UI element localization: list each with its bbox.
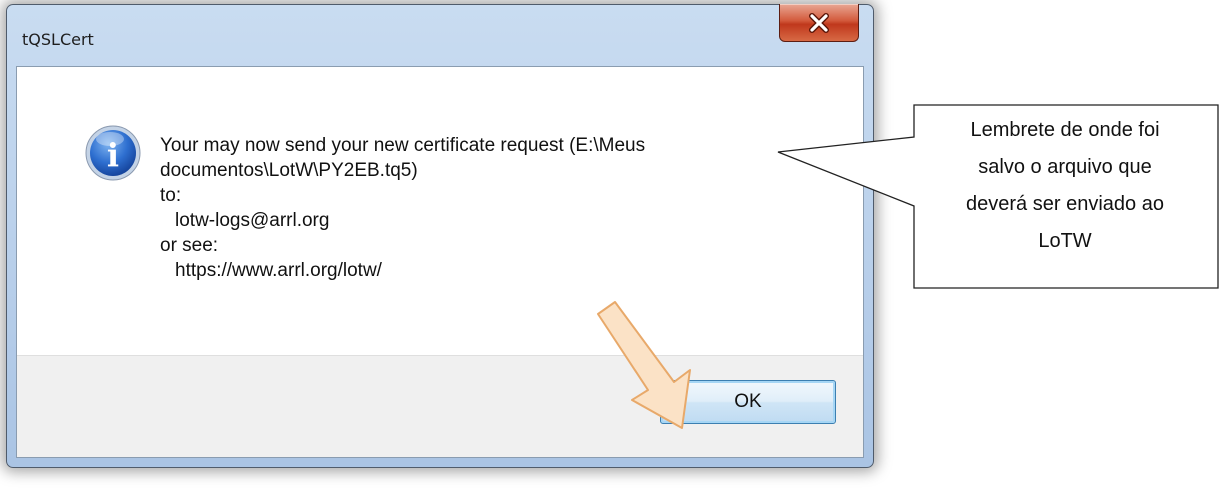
callout-line: deverá ser enviado ao xyxy=(966,193,1164,215)
pointer-arrow-icon xyxy=(597,301,691,429)
callout-text: Lembrete de onde foi salvo o arquivo que… xyxy=(914,112,1216,260)
dialog-window: tQSLCert i Your may now send your new ce… xyxy=(6,4,874,468)
info-icon: i xyxy=(85,125,141,181)
close-x-icon xyxy=(809,12,829,33)
close-button[interactable] xyxy=(779,4,859,42)
window-title: tQSLCert xyxy=(22,30,94,49)
message-line: or see: xyxy=(160,235,219,256)
callout-line: Lembrete de onde foi xyxy=(970,119,1160,141)
message-line: documentos\LotW\PY2EB.tq5) xyxy=(160,160,418,181)
message-url: https://www.arrl.org/lotw/ xyxy=(175,260,382,281)
info-icon-letter: i xyxy=(107,136,119,174)
callout-line: LoTW xyxy=(1038,230,1092,252)
button-bar: OK xyxy=(17,355,863,457)
message-line: Your may now send your new certificate r… xyxy=(160,135,646,156)
message-line: to: xyxy=(160,185,182,206)
dialog-message: Your may now send your new certificate r… xyxy=(160,133,850,283)
dialog-client-area: i Your may now send your new certificate… xyxy=(16,66,864,458)
callout-line: salvo o arquivo que xyxy=(978,156,1152,178)
message-email: lotw-logs@arrl.org xyxy=(175,210,330,231)
